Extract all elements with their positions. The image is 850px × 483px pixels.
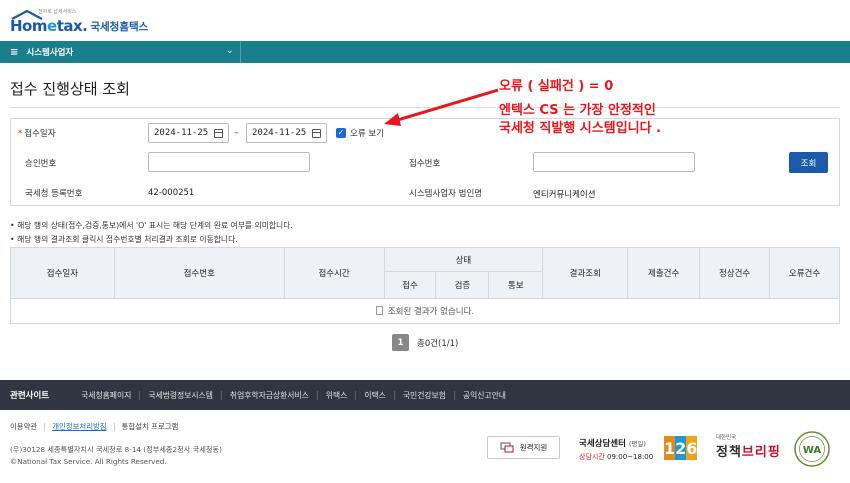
related-link[interactable]: 국민건강보험: [393, 390, 454, 400]
annotation-text: 엔텍스 CS 는 가장 안정적인 국세청 직발행 시스템입니다 .: [499, 103, 662, 136]
page-title: 접수 진행상태 조회: [10, 80, 130, 98]
terms-link[interactable]: 이용약관: [10, 423, 44, 431]
page-total: 총0건(1/1): [417, 338, 459, 349]
search-button[interactable]: 조회: [789, 152, 828, 173]
receipt-no-label: 접수번호: [409, 159, 441, 169]
th-receipt-date: 접수일자: [10, 247, 115, 299]
pager: 1 총0건(1/1): [392, 334, 458, 351]
annotation-line1: 오류 ( 실패건 ) = 0: [499, 79, 614, 94]
hometax-logo[interactable]: 전자로 납세서비스 Hometax. 국세청홈택스: [10, 8, 148, 35]
calendar-icon[interactable]: [312, 128, 321, 138]
monitor-icon: [500, 442, 514, 453]
related-link[interactable]: 국세법령정보시스템: [139, 390, 221, 400]
nts-reg-no-value: 42-000251: [148, 188, 195, 198]
related-link[interactable]: 이택스: [355, 390, 394, 400]
document-icon: [375, 306, 383, 315]
nav-menu-label: 시스템사업자: [26, 48, 74, 58]
remote-support-button[interactable]: 원격지원: [487, 436, 560, 459]
receipt-date-label: * 접수일자: [18, 129, 56, 139]
th-normal: 정상건수: [699, 247, 771, 299]
approval-no-label: 승인번호: [25, 159, 57, 169]
related-link[interactable]: 취업후학자금상환서비스: [220, 390, 317, 400]
nts-reg-no-label: 국세청 등록번호: [25, 189, 83, 199]
date-to-input[interactable]: 2024-11-25: [246, 123, 327, 143]
th-status-notify: 통보: [488, 271, 544, 299]
chevron-down-icon[interactable]: ⌄: [226, 46, 234, 56]
th-status: 상태: [383, 247, 544, 272]
note-status: • 해당 행의 상태(접수,검증,통보)에서 'O' 표시는 해당 단계의 완료…: [10, 221, 293, 230]
date-separator: –: [234, 128, 239, 138]
svg-text:WA: WA: [803, 445, 822, 456]
top-header: 전자로 납세서비스 Hometax. 국세청홈택스: [0, 0, 850, 41]
web-accessibility-mark[interactable]: WA: [793, 430, 831, 468]
nav-menu-button[interactable]: ≡ 시스템사업자: [10, 41, 73, 63]
logo-korean: 국세청홈택스: [90, 21, 149, 33]
policy-briefing-logo[interactable]: 대한민국 정책브리핑: [716, 433, 781, 460]
related-sites-bar: 관련사이트 국세청홈페이지 국세법령정보시스템 취업후학자금상환서비스 위택스 …: [0, 380, 850, 410]
th-status-verify: 검증: [435, 271, 490, 299]
th-error: 오류건수: [769, 247, 840, 299]
empty-row: 조회된 결과가 없습니다.: [10, 298, 840, 324]
nav-bar: ≡ 시스템사업자 ⌄: [0, 41, 850, 63]
privacy-link[interactable]: 개인정보처리방침: [44, 423, 113, 431]
footer-links: 이용약관 개인정보처리방침 통합설치 프로그램: [10, 423, 185, 431]
th-status-receipt: 접수: [383, 271, 437, 299]
th-receipt-no: 접수번호: [113, 247, 285, 299]
page-button-current[interactable]: 1: [392, 334, 409, 351]
annotation-arrow: [384, 88, 499, 126]
related-sites-title: 관련사이트: [10, 391, 50, 401]
tax-center-number[interactable]: 1 2 6: [664, 436, 698, 460]
related-link[interactable]: 국세청홈페이지: [81, 391, 139, 400]
footer-address: (우)30128 세종특별자치시 국세청로 8-14 (정부세종2청사 국세청동…: [10, 445, 222, 466]
hamburger-icon: ≡: [10, 46, 19, 58]
tax-center-info: 국세상담센터 (평일) 상담시간 09:00~18:00: [579, 439, 654, 461]
logo-tagline: 전자로 납세서비스: [38, 9, 77, 15]
th-submitted: 제출건수: [627, 247, 701, 299]
corp-name-value: 엔티커뮤니케이션: [533, 190, 596, 200]
checkmark-icon: ✓: [336, 128, 346, 138]
corp-name-label: 시스템사업자 법인명: [409, 189, 483, 199]
note-result: • 해당 행의 결과조회 클릭시 접수번호별 처리결과 조회로 이동합니다.: [10, 235, 238, 244]
receipt-no-input[interactable]: [533, 152, 695, 172]
date-from-input[interactable]: 2024-11-25: [148, 123, 229, 143]
calendar-icon[interactable]: [214, 128, 223, 138]
error-view-checkbox[interactable]: ✓ 오류 보기: [336, 127, 384, 139]
approval-no-input[interactable]: [148, 152, 310, 172]
install-link[interactable]: 통합설치 프로그램: [113, 423, 186, 431]
related-link[interactable]: 공익신고안내: [453, 390, 514, 400]
nav-divider: [240, 41, 241, 63]
th-result: 결과조회: [542, 247, 629, 299]
related-link[interactable]: 위택스: [316, 390, 356, 400]
th-receipt-time: 접수시간: [283, 247, 385, 299]
result-table: 접수일자 접수번호 접수시간 상태 결과조회 제출건수 정상건수 오류건수 접수…: [10, 247, 840, 324]
